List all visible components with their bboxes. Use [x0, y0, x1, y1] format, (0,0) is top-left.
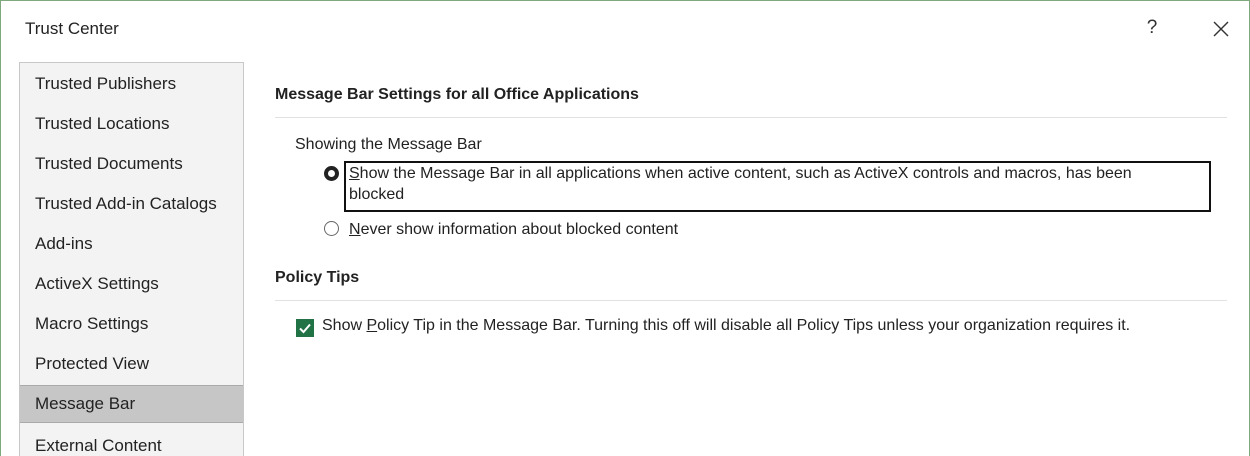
close-icon [1213, 21, 1229, 37]
option-mnemonic: S [349, 165, 360, 182]
sidebar-item-protected-view[interactable]: Protected View [20, 345, 243, 383]
sidebar-item-message-bar[interactable]: Message Bar [20, 385, 243, 423]
policy-tip-checkbox[interactable] [296, 319, 314, 337]
never-show-radio[interactable] [324, 221, 339, 236]
section-divider [275, 300, 1227, 301]
section-divider [275, 117, 1227, 118]
option-mnemonic: N [349, 221, 361, 238]
sidebar-item-activex-settings[interactable]: ActiveX Settings [20, 265, 243, 303]
checkbox-mnemonic: P [366, 317, 378, 334]
sidebar-item-macro-settings[interactable]: Macro Settings [20, 305, 243, 343]
option-text: ever show information about blocked cont… [360, 221, 679, 238]
close-button[interactable] [1207, 15, 1235, 43]
option-text-line1: how the Message Bar in all applications … [359, 165, 1132, 182]
show-message-bar-radio[interactable] [324, 166, 339, 181]
never-show-option-label[interactable]: Never show information about blocked con… [349, 219, 678, 240]
sidebar-item-trusted-locations[interactable]: Trusted Locations [20, 105, 243, 143]
dialog-title: Trust Center [25, 19, 119, 38]
trust-center-dialog: Trust Center ? Trusted Publishers Truste… [0, 0, 1250, 456]
checkmark-icon [299, 323, 311, 334]
category-sidebar: Trusted Publishers Trusted Locations Tru… [19, 62, 244, 456]
message-bar-heading: Message Bar Settings for all Office Appl… [275, 86, 639, 103]
settings-panel: Message Bar Settings for all Office Appl… [257, 57, 1237, 456]
sidebar-item-add-ins[interactable]: Add-ins [20, 225, 243, 263]
title-bar: Trust Center ? [1, 1, 1249, 57]
sidebar-item-trusted-publishers[interactable]: Trusted Publishers [20, 65, 243, 103]
option-text-line2: blocked [349, 186, 405, 203]
checkbox-text-end: olicy Tip in the Message Bar. Turning th… [377, 317, 1131, 334]
showing-message-bar-label: Showing the Message Bar [295, 136, 482, 153]
help-button[interactable]: ? [1139, 15, 1165, 41]
checkbox-text-start: Show [322, 317, 367, 334]
show-message-bar-option-label[interactable]: Show the Message Bar in all applications… [349, 163, 1132, 205]
policy-tips-heading: Policy Tips [275, 269, 360, 286]
sidebar-item-trusted-add-in-catalogs[interactable]: Trusted Add-in Catalogs [20, 185, 243, 223]
sidebar-item-external-content[interactable]: External Content [20, 427, 243, 456]
policy-tip-checkbox-label[interactable]: Show Policy Tip in the Message Bar. Turn… [322, 317, 1130, 335]
sidebar-item-trusted-documents[interactable]: Trusted Documents [20, 145, 243, 183]
